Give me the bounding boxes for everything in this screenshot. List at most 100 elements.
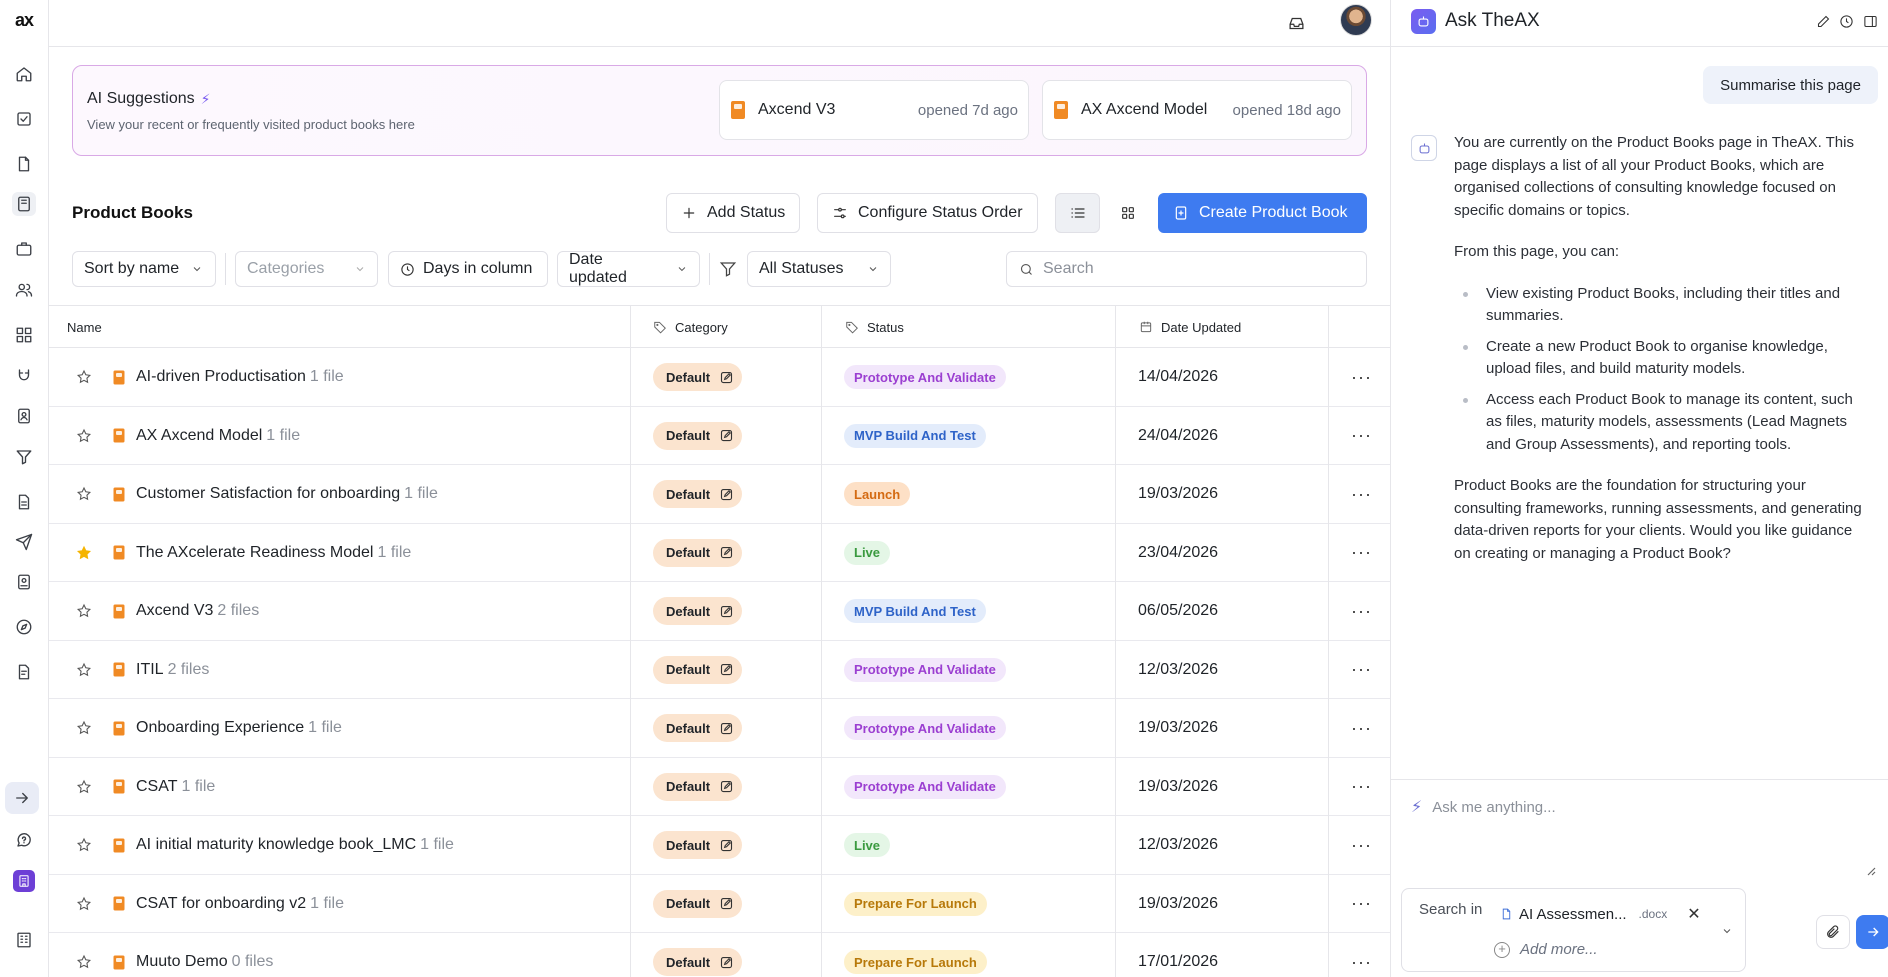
context-file-chip[interactable]: AI Assessmen... .docx ✕ [1500,902,1701,926]
new-chat-icon[interactable] [1814,12,1832,30]
attach-button[interactable] [1816,915,1850,949]
configure-status-order-button[interactable]: Configure Status Order [817,193,1038,233]
row-actions[interactable]: ··· [1351,875,1372,933]
edit-icon[interactable] [719,955,734,970]
add-status-button[interactable]: Add Status [666,193,801,233]
more-actions-icon[interactable]: ··· [1351,425,1372,446]
favorite-star[interactable] [76,699,92,757]
send-button[interactable] [1856,915,1888,949]
grid-view-button[interactable] [1105,193,1150,233]
document-icon[interactable] [12,152,36,176]
resize-handle-icon[interactable] [1866,866,1876,876]
status-badge[interactable]: Prototype And Validate [844,657,1006,682]
row-actions[interactable]: ··· [1351,348,1372,406]
category-pill[interactable]: Default [653,597,743,625]
row-actions[interactable]: ··· [1351,407,1372,465]
table-row[interactable]: The AXcelerate Readiness Model 1 file De… [49,524,1390,582]
user-avatar[interactable] [1340,4,1372,36]
organisation-icon[interactable] [12,928,36,952]
row-actions[interactable]: ··· [1351,758,1372,816]
category-pill[interactable]: Default [653,480,743,508]
category-pill[interactable]: Default [653,772,743,801]
favorite-star[interactable] [76,816,92,874]
list-view-button[interactable] [1055,193,1100,233]
app-logo[interactable]: ax [6,8,42,32]
profile-book-icon[interactable] [12,570,36,594]
favorite-star[interactable] [76,933,92,977]
favorite-star[interactable] [76,641,92,699]
column-category[interactable]: Category [653,306,728,348]
suggestion-card[interactable]: AX Axcend Model opened 18d ago [1042,80,1352,140]
book-name-cell[interactable]: AI-driven Productisation 1 file [113,348,344,406]
panel-toggle-icon[interactable] [1861,12,1879,30]
category-pill[interactable]: Default [653,363,743,391]
suggestion-card[interactable]: Axcend V3 opened 7d ago [719,80,1029,140]
status-badge[interactable]: Live [844,540,891,565]
favorite-star[interactable] [76,407,92,465]
category-pill[interactable]: Default [653,714,743,742]
edit-icon[interactable] [719,487,734,502]
add-more-button[interactable]: + Add more... [1494,941,1598,958]
home-icon[interactable] [12,62,36,86]
send-icon[interactable] [12,530,36,554]
column-date-updated[interactable]: Date Updated [1139,306,1241,348]
status-badge[interactable]: Live [844,833,891,857]
row-actions[interactable]: ··· [1351,816,1372,874]
table-row[interactable]: Onboarding Experience 1 file Default Pro… [49,699,1390,758]
book-name-cell[interactable]: AI initial maturity knowledge book_LMC 1… [113,816,454,874]
favorite-star[interactable] [76,758,92,816]
favorite-star[interactable] [76,465,92,523]
more-actions-icon[interactable]: ··· [1351,542,1372,563]
row-actions[interactable]: ··· [1351,641,1372,699]
more-actions-icon[interactable]: ··· [1351,601,1372,622]
book-name-cell[interactable]: Muuto Demo 0 files [113,933,273,977]
compass-icon[interactable] [12,615,36,639]
row-actions[interactable]: ··· [1351,524,1372,582]
category-pill[interactable]: Default [653,655,743,684]
table-row[interactable]: CSAT for onboarding v2 1 file Default Pr… [49,875,1390,933]
date-updated-dropdown[interactable]: Date updated [557,251,700,287]
more-actions-icon[interactable]: ··· [1351,835,1372,856]
status-badge[interactable]: MVP Build And Test [844,599,986,623]
product-books-icon[interactable] [12,192,36,216]
edit-icon[interactable] [719,662,734,677]
chat-input[interactable] [1432,798,1853,816]
table-row[interactable]: Axcend V3 2 files Default MVP Build And … [49,582,1390,641]
status-badge[interactable]: Prototype And Validate [844,774,1006,799]
grid-icon[interactable] [12,323,36,347]
expand-sidebar-icon[interactable] [5,782,39,814]
column-status[interactable]: Status [845,306,904,348]
more-actions-icon[interactable]: ··· [1351,367,1372,388]
edit-icon[interactable] [719,838,734,853]
table-row[interactable]: AI-driven Productisation 1 file Default … [49,348,1390,407]
category-pill[interactable]: Default [653,831,743,859]
categories-dropdown[interactable]: Categories [235,251,378,287]
funnel-icon[interactable] [12,445,36,469]
inbox-icon[interactable] [1284,11,1308,35]
category-pill[interactable]: Default [653,421,743,450]
table-row[interactable]: Customer Satisfaction for onboarding 1 f… [49,465,1390,524]
book-name-cell[interactable]: AX Axcend Model 1 file [113,407,300,465]
tasks-icon[interactable] [12,107,36,131]
status-badge[interactable]: Prototype And Validate [844,365,1006,389]
status-badge[interactable]: Launch [844,482,911,506]
more-actions-icon[interactable]: ··· [1351,484,1372,505]
edit-icon[interactable] [719,779,734,794]
report-icon[interactable] [12,490,36,514]
category-pill[interactable]: Default [653,948,743,976]
status-badge[interactable]: Prototype And Validate [844,716,1006,740]
favorite-star[interactable] [76,524,92,582]
edit-icon[interactable] [719,545,734,560]
category-pill[interactable]: Default [653,889,743,918]
status-badge[interactable]: MVP Build And Test [844,423,986,448]
category-pill[interactable]: Default [653,538,743,567]
help-chat-icon[interactable] [12,828,36,852]
more-actions-icon[interactable]: ··· [1351,718,1372,739]
more-actions-icon[interactable]: ··· [1351,952,1372,973]
row-actions[interactable]: ··· [1351,933,1372,977]
remove-file-icon[interactable]: ✕ [1687,904,1700,924]
favorite-star[interactable] [76,348,92,406]
chevron-down-icon[interactable] [1721,925,1733,937]
users-icon[interactable] [12,278,36,302]
row-actions[interactable]: ··· [1351,582,1372,640]
